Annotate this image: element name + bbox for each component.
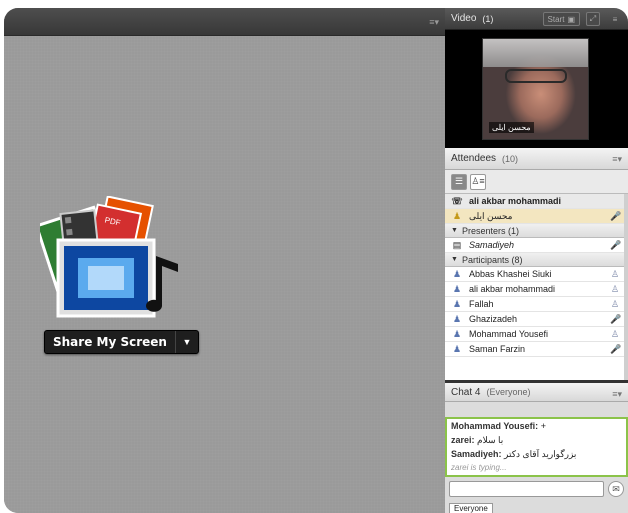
- chat-sender: Mohammad Yousefi:: [451, 421, 539, 431]
- attendee-row[interactable]: ♟ Saman Farzin 🎤: [445, 342, 624, 357]
- attendee-row[interactable]: ♟ Ghazizadeh 🎤: [445, 312, 624, 327]
- attendee-row[interactable]: ♟ Abbas Khashei Siuki ♙: [445, 267, 624, 282]
- chat-sender: Samadiyeh:: [451, 449, 502, 459]
- collapse-icon[interactable]: ▼: [451, 256, 458, 263]
- camera-icon: ▣: [567, 14, 575, 24]
- chat-input-row: ✉: [445, 477, 628, 501]
- collapse-icon[interactable]: ▼: [451, 227, 458, 234]
- chat-text: بزرگوارید آقای دکتر: [504, 449, 577, 459]
- presenters-label: Presenters (1): [461, 225, 519, 236]
- attendee-name: Saman Farzin: [469, 344, 526, 354]
- attendee-row[interactable]: ♟ محسن ایلی 🎤: [445, 209, 624, 224]
- video-pod-header: Video (1) Start ▣ ⤢ ≡: [445, 8, 628, 30]
- current-user-row[interactable]: ☏ ali akbar mohammadi: [445, 194, 624, 209]
- video-pod-title: Video: [451, 13, 477, 24]
- attendee-name: Mohammad Yousefi: [469, 329, 549, 339]
- share-pod-titlebar: ≡▾: [4, 8, 445, 36]
- phone-icon: ☏: [451, 195, 463, 206]
- mic-icon: ♙: [610, 283, 620, 294]
- status-view-icon[interactable]: ♙≡: [470, 173, 486, 190]
- attendee-name: Ghazizadeh: [469, 314, 518, 324]
- attendee-name: محسن ایلی: [469, 210, 513, 221]
- attendees-pod-title: Attendees: [451, 153, 497, 164]
- mic-icon: 🎤: [610, 210, 622, 221]
- chat-message: Mohammad Yousefi: +: [451, 421, 622, 435]
- participant-icon: ♟: [452, 268, 462, 279]
- chat-message: zarei: با سلام: [451, 435, 622, 449]
- participants-label: Participants (8): [461, 254, 523, 265]
- chat-scope: (Everyone): [486, 387, 531, 397]
- list-view-icon[interactable]: ☰: [451, 173, 467, 190]
- participants-group[interactable]: ▼ Participants (8): [445, 253, 624, 267]
- participant-icon: ♟: [452, 328, 462, 339]
- attendee-row[interactable]: ♟ Mohammad Yousefi ♙: [445, 327, 624, 342]
- video-pod-count: (1): [482, 13, 494, 24]
- typing-indicator: zarei is typing...: [451, 463, 507, 472]
- attendee-row[interactable]: ▤ Samadiyeh 🎤: [445, 238, 624, 253]
- attendee-name: ali akbar mohammadi: [469, 284, 556, 294]
- chat-input[interactable]: [449, 481, 604, 497]
- meeting-window: ≡▾ PPT PDF Share: [4, 8, 628, 513]
- media-files-icon: PPT PDF: [40, 196, 178, 318]
- pod-menu-icon[interactable]: ≡▾: [612, 389, 622, 400]
- presenter-icon: ▤: [452, 239, 462, 250]
- share-my-screen-label: Share My Screen: [45, 331, 176, 353]
- share-my-screen-button[interactable]: Share My Screen ▼: [44, 330, 199, 354]
- mic-icon: 🎤: [610, 343, 622, 354]
- mic-icon: ♙: [610, 268, 620, 279]
- participant-icon: ♟: [452, 313, 462, 324]
- share-dropdown-icon[interactable]: ▼: [176, 331, 198, 353]
- attendees-list: ☏ ali akbar mohammadi ♟ محسن ایلی 🎤 ▼ Pr…: [445, 194, 628, 380]
- chat-message: Samadiyeh: بزرگوارید آقای دکتر: [451, 449, 622, 463]
- host-icon: ♟: [452, 210, 462, 221]
- share-pod: ≡▾ PPT PDF Share: [4, 8, 445, 513]
- mic-icon: 🎤: [610, 239, 622, 250]
- right-column: Video (1) Start ▣ ⤢ ≡ محسن ایلی Attendee…: [445, 8, 628, 513]
- attendees-toolbar: ☰ ♙≡: [445, 170, 628, 194]
- attendee-name: Samadiyeh: [469, 240, 515, 250]
- chat-pod-header: Chat 4 (Everyone) ≡▾: [445, 380, 628, 402]
- chat-area: Mohammad Yousefi: + zarei: با سلام Samad…: [445, 417, 628, 513]
- fullscreen-icon[interactable]: ⤢: [586, 12, 600, 26]
- current-user-name: ali akbar mohammadi: [469, 196, 562, 206]
- attendee-row[interactable]: ♟ ali akbar mohammadi ♙: [445, 282, 624, 297]
- mic-icon: 🎤: [610, 313, 622, 324]
- attendee-name: Abbas Khashei Siuki: [469, 269, 552, 279]
- mic-icon: ♙: [610, 328, 620, 339]
- chat-sender: zarei:: [451, 435, 475, 445]
- chat-text: با سلام: [477, 435, 504, 445]
- video-area: محسن ایلی: [445, 30, 628, 148]
- start-video-button[interactable]: Start ▣: [542, 12, 580, 26]
- webcam-name-label: محسن ایلی: [489, 122, 534, 133]
- participant-icon: ♟: [452, 343, 462, 354]
- webcam-feed: محسن ایلی: [482, 38, 589, 140]
- attendee-name: Fallah: [469, 299, 494, 309]
- webcam-background: [483, 39, 588, 67]
- start-video-label: Start: [547, 14, 565, 24]
- pod-menu-icon[interactable]: ≡: [608, 12, 622, 26]
- send-message-icon[interactable]: ✉: [608, 481, 624, 497]
- presenters-group[interactable]: ▼ Presenters (1): [445, 224, 624, 238]
- pod-menu-icon[interactable]: ≡▾: [612, 154, 622, 165]
- participant-icon: ♟: [452, 283, 462, 294]
- pod-menu-icon[interactable]: ≡▾: [429, 17, 439, 28]
- attendee-row[interactable]: ♟ Fallah ♙: [445, 297, 624, 312]
- chat-tab-everyone[interactable]: Everyone: [449, 503, 493, 513]
- mic-icon: ♙: [610, 298, 620, 309]
- chat-text: +: [540, 421, 546, 431]
- chat-pod-title: Chat 4: [451, 386, 481, 398]
- webcam-glasses: [505, 69, 567, 83]
- participant-icon: ♟: [452, 298, 462, 309]
- attendees-pod-header: Attendees (10) ≡▾: [445, 148, 628, 170]
- chat-messages: Mohammad Yousefi: + zarei: با سلام Samad…: [445, 417, 628, 477]
- attendees-count: (10): [502, 153, 519, 164]
